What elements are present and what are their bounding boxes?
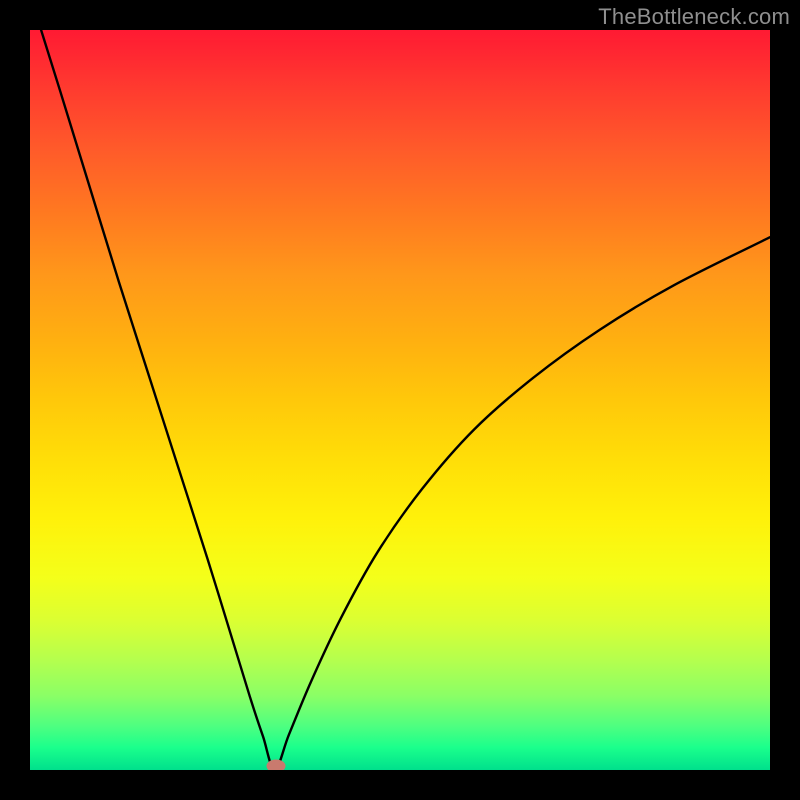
bottleneck-curve (30, 30, 770, 770)
plot-area (30, 30, 770, 770)
chart-frame: TheBottleneck.com (0, 0, 800, 800)
watermark-text: TheBottleneck.com (598, 4, 790, 30)
minimum-marker (266, 759, 285, 770)
